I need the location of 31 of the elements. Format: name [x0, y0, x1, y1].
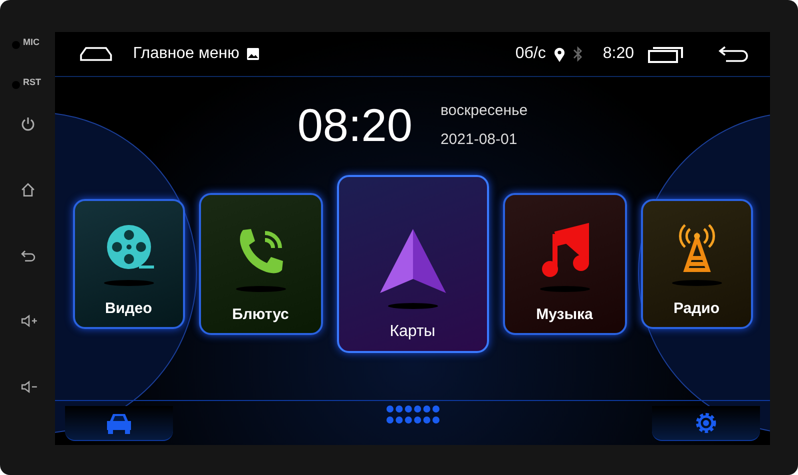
app-tile[interactable]: Радио: [640, 199, 752, 329]
clock-time: 08:20: [297, 98, 412, 152]
home-icon[interactable]: [20, 182, 36, 198]
app-tile[interactable]: Видео: [72, 199, 184, 329]
settings-button[interactable]: [652, 406, 760, 440]
image-icon: [247, 48, 260, 60]
music-note-icon: [540, 222, 588, 278]
triangle-icon: [378, 227, 448, 295]
screen-title: Главное меню: [133, 45, 240, 63]
car-button[interactable]: [65, 406, 173, 440]
back-icon[interactable]: [20, 248, 36, 264]
location-pin-icon: [554, 46, 565, 62]
car-icon: [105, 412, 133, 434]
weekday: воскресенье: [440, 102, 528, 119]
bezel-label: RST: [23, 76, 41, 86]
network-speed: 0б/с: [515, 45, 546, 63]
bluetooth-icon: [572, 46, 583, 62]
recent-apps-icon[interactable]: [648, 45, 684, 63]
volume-up-icon[interactable]: [20, 313, 38, 330]
app-tile[interactable]: Карты: [336, 175, 488, 353]
settings-icon: [694, 410, 718, 434]
status-time: 8:20: [602, 45, 634, 63]
radio-tower-icon: [676, 224, 716, 272]
date: 2021-08-01: [440, 131, 518, 148]
back-icon[interactable]: [718, 45, 748, 63]
app-drawer-icon[interactable]: [386, 405, 440, 425]
app-tile[interactable]: Музыка: [502, 193, 626, 335]
volume-down-icon[interactable]: [20, 379, 38, 395]
app-tile[interactable]: Блютус: [198, 193, 322, 335]
power-icon[interactable]: [20, 116, 36, 132]
bezel-label: MIC: [23, 37, 40, 47]
